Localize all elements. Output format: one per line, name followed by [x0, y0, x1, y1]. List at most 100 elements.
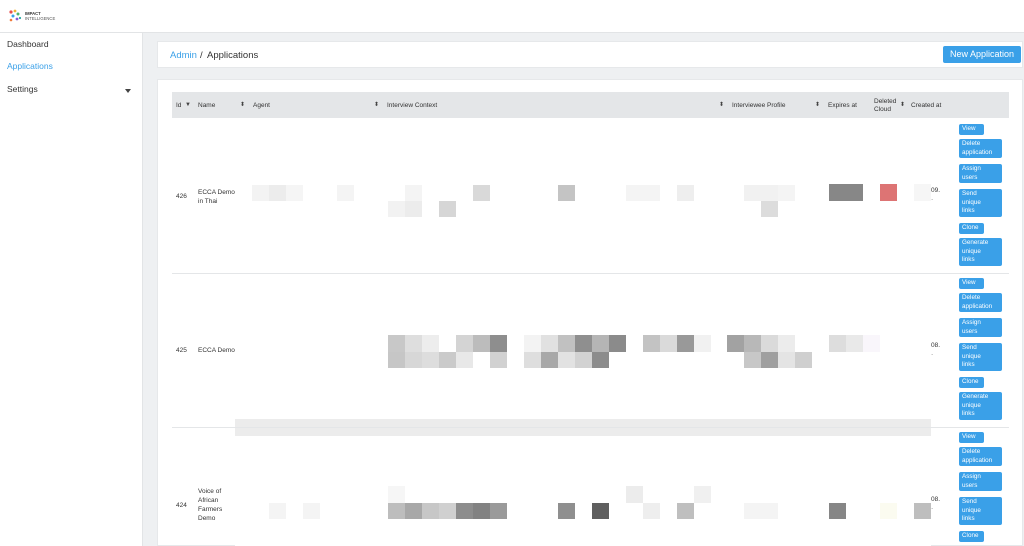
redacted-pixel [914, 184, 931, 201]
cell-created-at-more: · [931, 196, 934, 203]
redacted-pixel [592, 352, 609, 368]
cell-created-at: 08. [931, 496, 941, 503]
send-unique-links-button[interactable]: Send unique links [959, 497, 1002, 525]
expires-redacted [829, 184, 863, 201]
column-deleted-line-2[interactable]: Cloud [874, 106, 891, 113]
top-bar: IMPACT INTELLIGENCE [0, 0, 1024, 33]
redacted-pixel [405, 201, 422, 217]
column-created-at[interactable]: Created at [911, 102, 941, 109]
redacted-pixel [422, 503, 439, 519]
chevron-down-icon[interactable] [125, 89, 131, 93]
redacted-pixel [388, 503, 405, 519]
redacted-pixel [778, 352, 795, 368]
expires-redacted [829, 503, 846, 519]
send-unique-links-button[interactable]: Send unique links [959, 343, 1002, 371]
assign-users-button[interactable]: Assign users [959, 164, 1002, 183]
redacted-pixel [660, 335, 677, 352]
assign-users-button[interactable]: Assign users [959, 318, 1002, 337]
clone-button[interactable]: Clone [959, 531, 984, 542]
redacted-pixel [643, 185, 660, 201]
expires-redacted [829, 335, 846, 352]
redacted-pixel [761, 185, 778, 201]
redacted-pixel [422, 335, 439, 352]
cell-name-line: in Thai [198, 198, 218, 205]
sidebar [0, 33, 143, 546]
redacted-pixel [694, 486, 711, 503]
cell-created-at-more: · [931, 351, 934, 358]
redacted-pixel [863, 335, 880, 352]
breadcrumb: Admin / Applications [157, 41, 1023, 68]
breadcrumb-admin-link[interactable]: Admin [170, 50, 197, 61]
redacted-pixel [761, 201, 778, 217]
deleted-status-marker [880, 184, 897, 201]
sort-icon[interactable]: ⬍ [374, 101, 379, 108]
page-title: Applications [207, 50, 259, 61]
view-button[interactable]: View [959, 124, 984, 135]
redacted-pixel [286, 185, 303, 201]
cell-name-line: African [198, 497, 219, 504]
view-button[interactable]: View [959, 278, 984, 289]
redacted-pixel [778, 185, 795, 201]
impact-intelligence-logo[interactable]: IMPACT INTELLIGENCE [8, 8, 62, 24]
sort-icon[interactable]: ⬍ [240, 101, 245, 108]
redacted-pixel [575, 335, 592, 352]
redacted-pixel [643, 335, 660, 352]
redacted-pixel [524, 335, 541, 352]
redacted-pixel [252, 185, 269, 201]
column-expires-at[interactable]: Expires at [828, 102, 857, 109]
redacted-pixel [592, 503, 609, 519]
redacted-pixel [541, 352, 558, 368]
cell-id: 424 [176, 502, 187, 509]
sidebar-item-applications[interactable]: Applications [7, 61, 53, 71]
redacted-pixel [388, 486, 405, 503]
redacted-pixel [405, 352, 422, 368]
redacted-pixel [744, 335, 761, 352]
column-id[interactable]: Id [176, 102, 181, 109]
delete-application-button[interactable]: Delete application [959, 139, 1002, 158]
column-interview-context[interactable]: Interview Context [387, 102, 437, 109]
new-application-button[interactable]: New Application [943, 46, 1021, 63]
breadcrumb-separator: / [200, 50, 203, 61]
redacted-pixel [405, 503, 422, 519]
sort-icon[interactable]: ⬍ [719, 101, 724, 108]
redacted-pixel [592, 335, 609, 352]
column-interviewee-profile[interactable]: Interviewee Profile [732, 102, 785, 109]
column-name[interactable]: Name [198, 102, 215, 109]
delete-application-button[interactable]: Delete application [959, 293, 1002, 312]
delete-application-button[interactable]: Delete application [959, 447, 1002, 466]
sort-desc-icon[interactable]: ▼ [185, 102, 191, 108]
expires-redacted [846, 335, 863, 352]
redacted-pixel [388, 352, 405, 368]
assign-users-button[interactable]: Assign users [959, 472, 1002, 491]
redacted-pixel [677, 335, 694, 352]
redacted-pixel [558, 185, 575, 201]
redacted-pixel [456, 335, 473, 352]
cell-created-at: 08. [931, 342, 941, 349]
redacted-pixel [473, 185, 490, 201]
redacted-pixel [558, 335, 575, 352]
sidebar-item-dashboard[interactable]: Dashboard [7, 39, 49, 49]
redacted-pixel [388, 201, 405, 217]
redacted-pixel [677, 185, 694, 201]
send-unique-links-button[interactable]: Send unique links [959, 189, 1002, 217]
generate-unique-links-button[interactable]: Generate unique links [959, 392, 1002, 420]
redacted-pixel [626, 486, 643, 503]
generate-unique-links-button[interactable]: Generate unique links [959, 238, 1002, 266]
column-deleted-line-1[interactable]: Deleted [874, 98, 896, 105]
cell-id: 425 [176, 347, 187, 354]
sort-icon[interactable]: ⬍ [815, 101, 820, 108]
redacted-pixel [405, 185, 422, 201]
clone-button[interactable]: Clone [959, 377, 984, 388]
row-divider [172, 273, 1009, 274]
view-button[interactable]: View [959, 432, 984, 443]
redacted-pixel [795, 352, 812, 368]
redacted-pixel [303, 503, 320, 519]
redacted-pixel [626, 185, 643, 201]
sort-icon[interactable]: ⬍ [900, 101, 905, 108]
clone-button[interactable]: Clone [959, 223, 984, 234]
column-agent[interactable]: Agent [253, 102, 270, 109]
redacted-pixel [541, 335, 558, 352]
sidebar-item-settings[interactable]: Settings [7, 84, 38, 94]
redacted-pixel [761, 352, 778, 368]
redacted-pixel [744, 352, 761, 368]
